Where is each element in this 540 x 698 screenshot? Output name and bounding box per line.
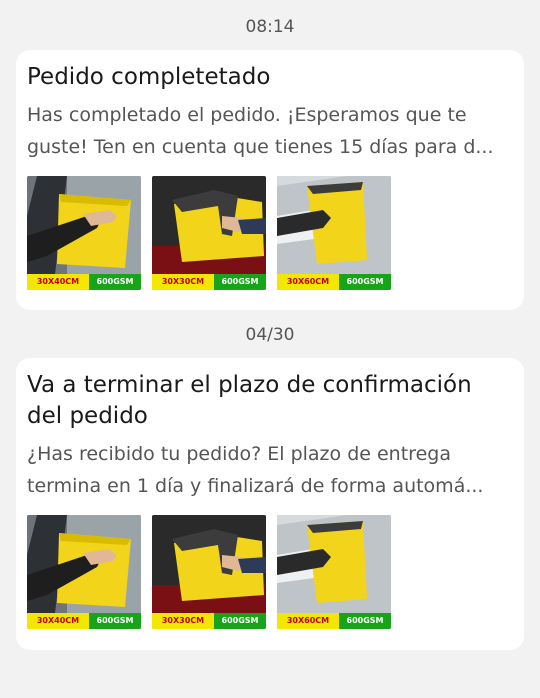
gsm-tag: 600GSM [89,274,141,290]
product-thumbnail[interactable]: 30X60CM 600GSM [277,515,391,629]
gsm-tag: 600GSM [89,613,141,629]
product-thumbnail[interactable]: 30X60CM 600GSM [277,176,391,290]
size-tag: 30X40CM [27,613,89,629]
towel-hand-photo [27,176,141,274]
towel-car-window-photo [277,176,391,274]
product-spec-tags: 30X30CM 600GSM [152,613,266,629]
product-thumbnail[interactable]: 30X30CM 600GSM [152,176,266,290]
notification-timestamp: 04/30 [245,325,295,345]
gsm-tag: 600GSM [214,274,266,290]
notification-card-confirmation-deadline[interactable]: Va a terminar el plazo de confirmación d… [16,358,524,650]
product-spec-tags: 30X60CM 600GSM [277,274,391,290]
notification-title: Pedido completetado [27,64,271,90]
product-thumbnails: 30X40CM 600GSM 30X30CM 600GSM 30X60CM 60… [27,176,512,290]
gsm-tag: 600GSM [339,274,391,290]
gsm-tag: 600GSM [339,613,391,629]
product-thumbnail[interactable]: 30X40CM 600GSM [27,176,141,290]
notification-card-order-completed[interactable]: Pedido completetado Has completado el pe… [16,50,524,310]
towel-folded-photo [152,176,266,274]
towel-car-window-photo [277,515,391,613]
size-tag: 30X30CM [152,613,214,629]
notification-timestamp: 08:14 [245,17,295,37]
notification-title: Va a terminar el plazo de confirmación d… [27,372,472,429]
size-tag: 30X40CM [27,274,89,290]
size-tag: 30X30CM [152,274,214,290]
towel-hand-photo [27,515,141,613]
notification-body: ¿Has recibido tu pedido? El plazo de ent… [27,443,484,497]
product-spec-tags: 30X40CM 600GSM [27,274,141,290]
product-spec-tags: 30X40CM 600GSM [27,613,141,629]
towel-folded-photo [152,515,266,613]
product-thumbnail[interactable]: 30X40CM 600GSM [27,515,141,629]
size-tag: 30X60CM [277,274,339,290]
size-tag: 30X60CM [277,613,339,629]
product-spec-tags: 30X30CM 600GSM [152,274,266,290]
product-spec-tags: 30X60CM 600GSM [277,613,391,629]
product-thumbnails: 30X40CM 600GSM 30X30CM 600GSM 30X60CM 60… [27,515,512,629]
notification-body: Has completado el pedido. ¡Esperamos que… [27,104,494,158]
gsm-tag: 600GSM [214,613,266,629]
product-thumbnail[interactable]: 30X30CM 600GSM [152,515,266,629]
